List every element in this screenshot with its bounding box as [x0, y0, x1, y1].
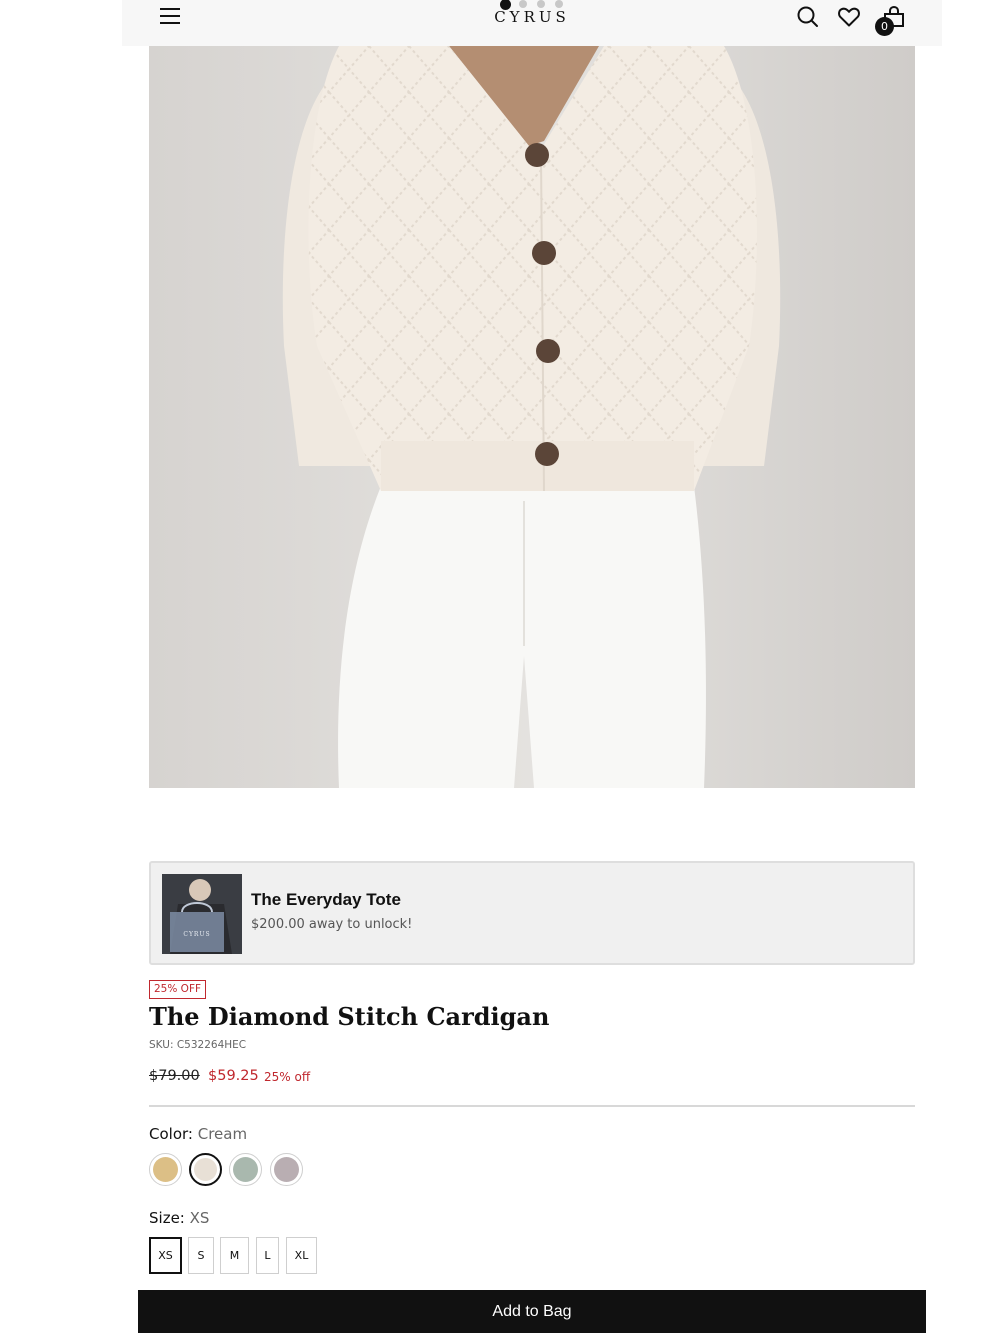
discount-label: 25% off: [264, 1070, 311, 1084]
size-option-xs[interactable]: XS: [149, 1237, 182, 1274]
gallery-dot-4[interactable]: [555, 0, 563, 8]
promo-title: The Everyday Tote: [251, 890, 401, 909]
tote-thumb-logo: CYRUS: [183, 931, 210, 938]
size-option-m[interactable]: M: [220, 1237, 249, 1274]
size-option-l[interactable]: L: [256, 1237, 279, 1274]
color-swatch-2[interactable]: [189, 1153, 222, 1186]
discount-badge: 25% OFF: [149, 980, 207, 999]
color-value: Cream: [197, 1125, 248, 1143]
size-label: Size: XS: [149, 1209, 209, 1227]
size-option-xl[interactable]: XL: [286, 1237, 317, 1274]
color-swatch-4[interactable]: [270, 1153, 303, 1186]
gallery-dot-3[interactable]: [537, 0, 545, 8]
product-sku: SKU: C532264HEC: [149, 1039, 247, 1051]
search-icon[interactable]: [795, 4, 821, 30]
heart-icon[interactable]: [836, 4, 862, 30]
product-title: The Diamond Stitch Cardigan: [149, 1002, 550, 1031]
promo-subtitle: $200.00 away to unlock!: [251, 917, 413, 932]
divider: [149, 1105, 915, 1107]
color-label: Color: Cream: [149, 1125, 247, 1143]
original-price: $79.00: [149, 1068, 200, 1084]
site-header: CYRUS 0: [122, 0, 942, 46]
gallery-dot-2[interactable]: [519, 0, 527, 8]
color-label-text: Color:: [149, 1125, 193, 1143]
product-image[interactable]: [149, 46, 915, 788]
color-swatch-1[interactable]: [149, 1153, 182, 1186]
tote-promo-banner: CYRUS The Everyday Tote $200.00 away to …: [149, 861, 915, 965]
add-to-bag-button[interactable]: Add to Bag: [138, 1290, 926, 1333]
size-value: XS: [189, 1209, 210, 1227]
sale-price: $59.25: [208, 1068, 259, 1084]
cart-count-badge: 0: [875, 17, 894, 36]
size-option-s[interactable]: S: [188, 1237, 214, 1274]
color-swatch-3[interactable]: [229, 1153, 262, 1186]
size-label-text: Size:: [149, 1209, 185, 1227]
tote-thumbnail: CYRUS: [162, 874, 242, 954]
